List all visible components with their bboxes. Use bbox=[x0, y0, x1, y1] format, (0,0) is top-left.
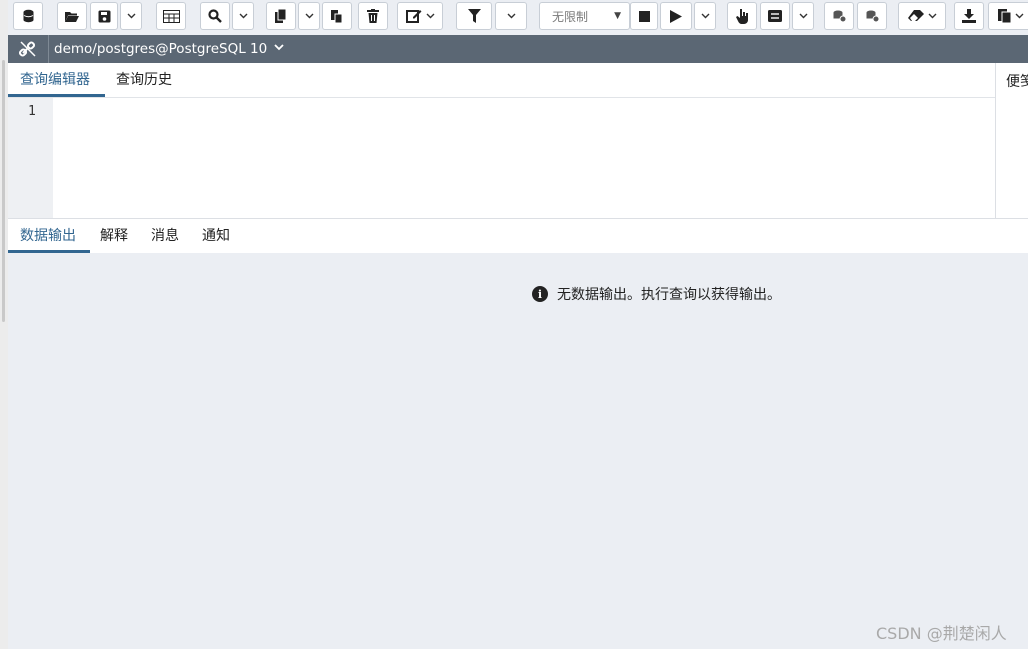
row-limit-select[interactable]: 无限制 ▼ bbox=[539, 2, 630, 30]
save-icon bbox=[98, 10, 110, 22]
chevron-down-icon bbox=[1015, 13, 1023, 19]
output-tab-bar: 数据输出 解释 消息 通知 bbox=[8, 218, 1028, 253]
edit-button[interactable] bbox=[397, 2, 443, 30]
connection-label[interactable]: demo/postgres@PostgreSQL 10 bbox=[54, 41, 267, 57]
chevron-down-icon[interactable] bbox=[274, 44, 284, 51]
tab-explain[interactable]: 解释 bbox=[100, 219, 128, 253]
scratch-pad-panel: 便笺 bbox=[995, 63, 1028, 218]
table-icon bbox=[162, 9, 180, 23]
chevron-down-icon bbox=[305, 13, 313, 19]
play-icon bbox=[670, 9, 682, 23]
save-dropdown-button[interactable] bbox=[120, 2, 142, 30]
empty-output-text: 无数据输出。执行查询以获得输出。 bbox=[557, 287, 781, 303]
chevron-down-icon bbox=[507, 13, 515, 19]
tab-query-history[interactable]: 查询历史 bbox=[116, 63, 172, 97]
save-button[interactable] bbox=[90, 2, 118, 30]
stop-icon bbox=[638, 10, 650, 22]
line-number-gutter: 1 bbox=[8, 98, 53, 218]
paste-button[interactable] bbox=[322, 2, 352, 30]
filter-button[interactable] bbox=[456, 2, 492, 30]
search-icon bbox=[208, 9, 222, 23]
chevron-down-icon bbox=[701, 13, 709, 19]
chevron-down-icon bbox=[127, 13, 135, 19]
empty-output-message: i 无数据输出。执行查询以获得输出。 bbox=[532, 284, 781, 304]
explain-dropdown-button[interactable] bbox=[792, 2, 814, 30]
delete-button[interactable] bbox=[358, 2, 388, 30]
find-dropdown-button[interactable] bbox=[232, 2, 254, 30]
filter-icon bbox=[467, 9, 481, 23]
query-toolbar: 无限制 ▼ bbox=[8, 0, 1028, 35]
explain-button[interactable] bbox=[727, 2, 757, 30]
explain-analyze-button[interactable] bbox=[760, 2, 790, 30]
execute-button[interactable] bbox=[660, 2, 692, 30]
edit-icon bbox=[405, 10, 421, 23]
copy-button[interactable] bbox=[266, 2, 296, 30]
row-limit-value: 无限制 bbox=[552, 9, 589, 24]
download-button[interactable] bbox=[954, 2, 984, 30]
connection-bar: demo/postgres@PostgreSQL 10 bbox=[8, 35, 1028, 63]
tab-messages[interactable]: 消息 bbox=[151, 219, 179, 253]
info-icon: i bbox=[532, 286, 548, 302]
left-panel-edge bbox=[0, 0, 8, 649]
rollback-button[interactable] bbox=[857, 2, 887, 30]
folder-open-icon bbox=[65, 11, 79, 22]
commit-icon bbox=[833, 10, 846, 22]
tab-notifications[interactable]: 通知 bbox=[202, 219, 230, 253]
clear-button[interactable] bbox=[898, 2, 946, 30]
filter-dropdown-button[interactable] bbox=[495, 2, 527, 30]
view-data-button[interactable] bbox=[156, 2, 186, 30]
rollback-icon bbox=[866, 10, 879, 22]
macro-icon bbox=[997, 9, 1011, 23]
divider bbox=[48, 35, 49, 63]
scratch-pad-label: 便笺 bbox=[1006, 74, 1028, 90]
sql-editor[interactable] bbox=[53, 98, 995, 218]
chevron-down-icon bbox=[799, 13, 807, 19]
paste-icon bbox=[331, 10, 343, 23]
database-button[interactable] bbox=[13, 2, 43, 30]
link-icon bbox=[19, 41, 36, 57]
find-button[interactable] bbox=[200, 2, 230, 30]
execute-dropdown-button[interactable] bbox=[694, 2, 716, 30]
editor-tab-bar: 查询编辑器 查询历史 bbox=[8, 63, 995, 98]
tab-data-output[interactable]: 数据输出 bbox=[8, 219, 90, 253]
list-icon bbox=[768, 10, 782, 22]
commit-button[interactable] bbox=[824, 2, 854, 30]
macros-button[interactable] bbox=[988, 2, 1028, 30]
data-output-panel: i 无数据输出。执行查询以获得输出。 CSDN @荆楚闲人 bbox=[8, 253, 1028, 649]
chevron-down-icon bbox=[928, 13, 936, 19]
watermark: CSDN @荆楚闲人 bbox=[876, 624, 1007, 643]
eraser-icon bbox=[907, 10, 924, 21]
download-icon bbox=[962, 9, 976, 23]
tab-query-editor[interactable]: 查询编辑器 bbox=[8, 63, 105, 97]
cancel-query-button[interactable] bbox=[630, 2, 658, 30]
chevron-down-icon bbox=[239, 13, 247, 19]
chevron-down-icon bbox=[426, 13, 434, 19]
connection-status-button[interactable] bbox=[8, 35, 48, 63]
splitter-handle[interactable] bbox=[2, 60, 5, 322]
hand-icon bbox=[735, 8, 748, 24]
open-file-button[interactable] bbox=[57, 2, 87, 30]
select-arrow-icon: ▼ bbox=[614, 11, 621, 21]
copy-icon bbox=[275, 9, 287, 23]
copy-dropdown-button[interactable] bbox=[298, 2, 320, 30]
delete-icon bbox=[367, 9, 379, 23]
database-icon bbox=[23, 9, 33, 23]
line-number: 1 bbox=[28, 104, 36, 119]
